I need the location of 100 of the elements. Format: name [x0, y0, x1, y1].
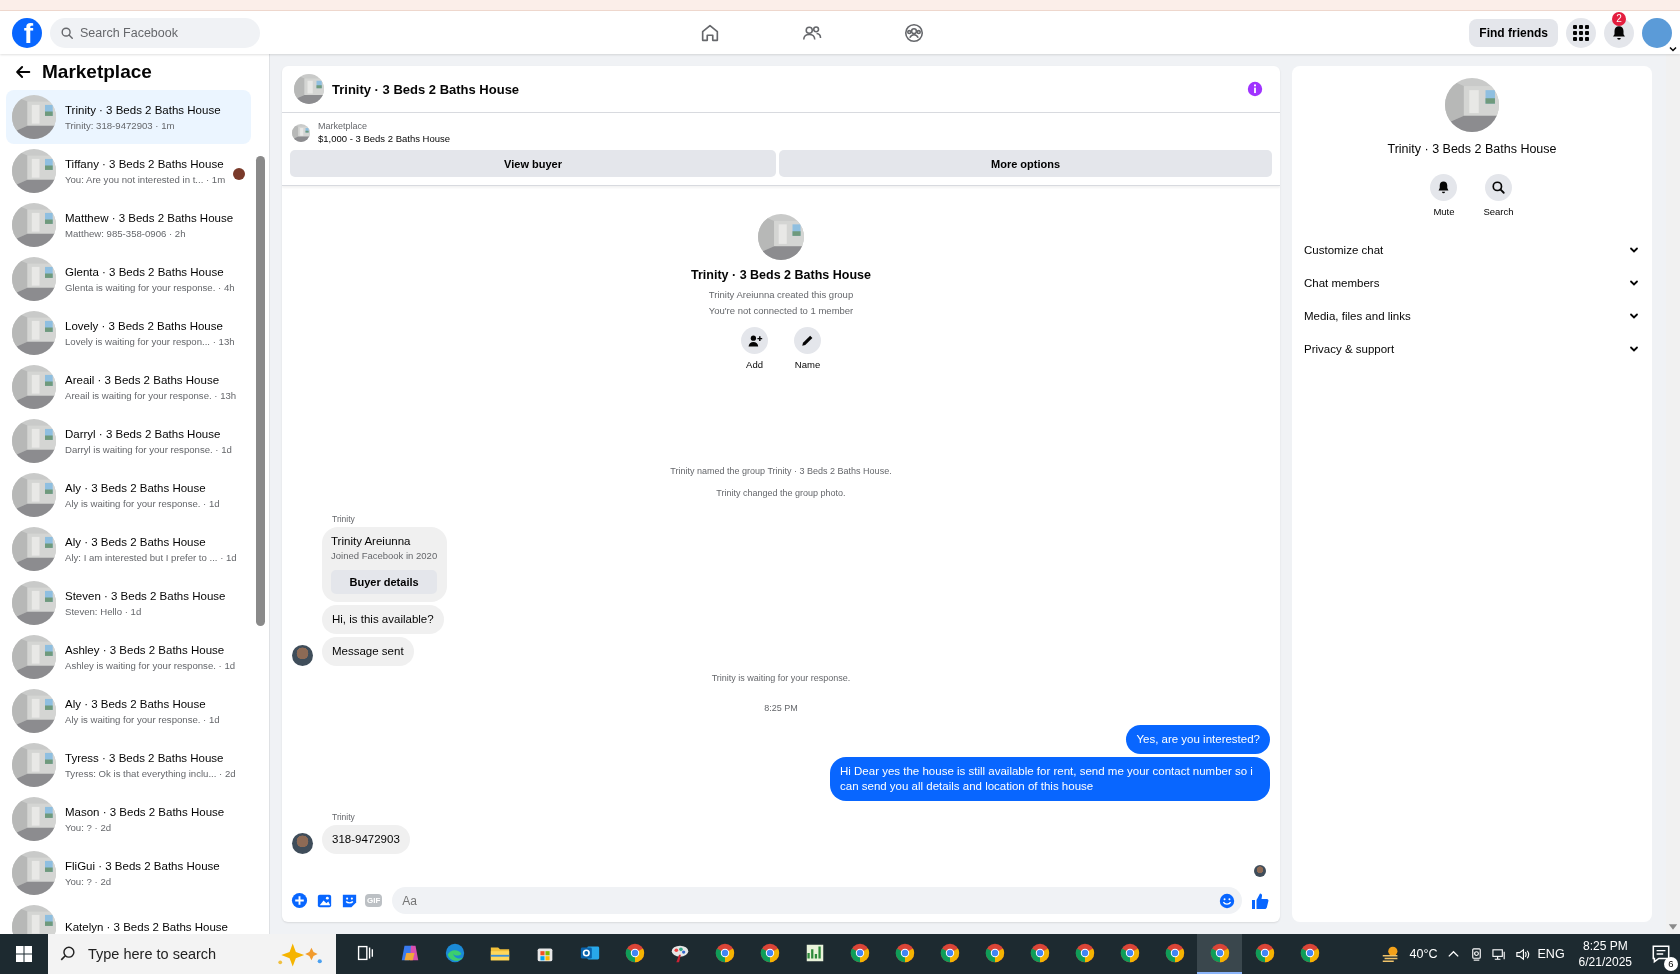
conversation-item[interactable]: Darryl · 3 Beds 2 Baths House Darryl is waiting for your response. · 1d	[6, 414, 251, 468]
message-bubble: Yes, are you interested?	[1126, 725, 1270, 754]
page-title: Marketplace	[42, 61, 152, 83]
buyer-details-button[interactable]: Buyer details	[331, 570, 438, 594]
message-bubble: Hi, is this available?	[322, 605, 444, 634]
conversation-title: Areail · 3 Beds 2 Baths House	[65, 373, 221, 386]
conversation-preview: You: ? · 2d	[65, 821, 113, 833]
conversation-preview: Ashley is waiting for your response. · 1d	[65, 659, 236, 671]
add-person-button[interactable]	[741, 327, 768, 354]
conversation-title: Mason · 3 Beds 2 Baths House	[65, 805, 225, 818]
conversation-item[interactable]: Matthew · 3 Beds 2 Baths House Matthew: 985-358-0906 · 2h	[6, 198, 251, 252]
conversation-title: Tiffany · 3 Beds 2 Baths House	[65, 157, 225, 170]
search-icon	[1491, 180, 1506, 195]
accordion-item[interactable]: Media, files and links	[1304, 299, 1640, 332]
info-icon[interactable]	[1246, 80, 1264, 98]
add-icon[interactable]	[290, 891, 309, 910]
conversation-preview: Darryl is waiting for your response. · 1d	[65, 443, 232, 455]
find-friends-button[interactable]: Find friends	[1469, 18, 1558, 47]
back-arrow-icon[interactable]	[14, 63, 32, 81]
group-info-text: You're not connected to 1 member	[708, 304, 854, 318]
conversation-title: Matthew · 3 Beds 2 Baths House	[65, 211, 234, 224]
conversation-preview: Aly is waiting for your response. · 1d	[65, 713, 220, 725]
groups-icon[interactable]	[903, 21, 925, 44]
menu-button[interactable]	[1566, 17, 1596, 48]
system-message: Trinity is waiting for your response.	[711, 672, 851, 685]
group-info-text: Trinity Areiunna created this group	[708, 288, 854, 302]
emoji-icon[interactable]	[1218, 891, 1236, 910]
conversation-item[interactable]: Glenta · 3 Beds 2 Baths House Glenta is waiting for your response. · 4h	[6, 252, 251, 306]
system-message: Trinity changed the group photo.	[716, 487, 846, 500]
sender-name: Trinity	[332, 812, 356, 822]
user-avatar[interactable]	[292, 833, 313, 854]
chat-title: Trinity · 3 Beds 2 Baths House	[332, 81, 521, 97]
clock-time[interactable]: 8:25 PM	[1582, 938, 1628, 954]
accordion-item[interactable]: Privacy & support	[1304, 332, 1640, 365]
conversation-preview: Tyress: Ok is that everything inclu... · 2d	[65, 767, 236, 779]
group-title: Trinity · 3 Beds 2 Baths House	[691, 268, 871, 282]
action-label: Mute	[1433, 206, 1455, 217]
notification-count: 6	[1664, 957, 1678, 971]
listing-button[interactable]: View buyer	[290, 150, 777, 177]
conversation-item[interactable]: Tyress · 3 Beds 2 Baths House Tyress: Ok is that everything inclu... · 2d	[6, 738, 251, 792]
listing-button[interactable]: More options	[779, 150, 1272, 177]
system-message: Trinity named the group Trinity · 3 Beds 2 Baths House.	[670, 465, 892, 478]
conversation-item[interactable]: Lovely · 3 Beds 2 Baths House Lovely is waiting for your respon... · 13h	[6, 306, 251, 360]
conversation-title: Glenta · 3 Beds 2 Baths House	[65, 265, 225, 278]
accordion-item[interactable]: Chat members	[1304, 266, 1640, 299]
conversation-item[interactable]: Areail · 3 Beds 2 Baths House Areail is waiting for your response. · 13h	[6, 360, 251, 414]
user-avatar[interactable]	[292, 645, 313, 666]
conversation-preview: Steven: Hello · 1d	[65, 605, 143, 617]
message-timestamp: 8:25 PM	[764, 702, 798, 715]
conversation-item[interactable]: Aly · 3 Beds 2 Baths House Aly: I am interested but I prefer to ... · 1d	[6, 522, 251, 576]
sender-name: Trinity	[332, 514, 356, 524]
conversation-title: Tyress · 3 Beds 2 Baths House	[65, 751, 225, 764]
message-bubble: Message sent	[322, 637, 414, 666]
conversation-item[interactable]: FliGui · 3 Beds 2 Baths House You: ? · 2d	[6, 846, 251, 900]
conversation-preview: Trinity: 318-9472903 · 1m	[65, 119, 176, 131]
conversation-item[interactable]: Ashley · 3 Beds 2 Baths House Ashley is waiting for your response. · 1d	[6, 630, 251, 684]
conversation-item[interactable]: Mason · 3 Beds 2 Baths House You: ? · 2d	[6, 792, 251, 846]
network-icon[interactable]	[1491, 946, 1507, 962]
search-button[interactable]	[1485, 174, 1512, 201]
conversation-preview: Aly: I am interested but I prefer to ... · 1d	[65, 551, 237, 563]
apps-grid-icon	[1572, 23, 1590, 42]
message-input[interactable]: Aa	[392, 887, 1242, 914]
message-bubble: 318-9472903	[322, 825, 410, 854]
facebook-logo[interactable]: f	[12, 17, 42, 48]
action-label: Search	[1483, 206, 1514, 217]
mute-button[interactable]	[1430, 174, 1458, 201]
notification-center-icon[interactable]	[1650, 943, 1672, 965]
conversation-title: Lovely · 3 Beds 2 Baths House	[65, 319, 224, 332]
language-indicator[interactable]: ENG	[1537, 947, 1565, 961]
buyer-info: Joined Facebook in 2020	[331, 550, 438, 561]
conversation-item[interactable]: Steven · 3 Beds 2 Baths House Steven: Hello · 1d	[6, 576, 251, 630]
conversation-item[interactable]: Aly · 3 Beds 2 Baths House Aly is waiting for your response. · 1d	[6, 468, 251, 522]
conversation-item[interactable]: Tiffany · 3 Beds 2 Baths House You: Are you not interested in t... · 1m	[6, 144, 251, 198]
windows-start-icon[interactable]	[14, 944, 34, 964]
search-icon	[60, 25, 74, 40]
search-icon[interactable]	[59, 945, 77, 963]
notification-badge: 2	[1612, 11, 1626, 26]
pencil-icon	[800, 333, 815, 348]
taskbar-search-field[interactable]: Type here to search	[48, 934, 336, 974]
conversation-preview: Glenta is waiting for your response. · 4h	[65, 281, 235, 293]
conversation-item[interactable]: Aly · 3 Beds 2 Baths House Aly is waiting for your response. · 1d	[6, 684, 251, 738]
conversation-title: Darryl · 3 Beds 2 Baths House	[65, 427, 222, 440]
search-field[interactable]: Search Facebook	[50, 17, 260, 48]
conversation-title: Steven · 3 Beds 2 Baths House	[65, 589, 226, 602]
conversation-preview: Areail is waiting for your response. · 13h	[65, 389, 237, 401]
conversation-title: Aly · 3 Beds 2 Baths House	[65, 481, 207, 494]
weather-temperature[interactable]: 40°C	[1409, 947, 1438, 961]
edit-name-button[interactable]	[794, 327, 821, 354]
conversation-preview: You: ? · 2d	[65, 875, 113, 887]
browser-app-icon[interactable]	[1197, 934, 1242, 974]
conversation-title: Aly · 3 Beds 2 Baths House	[65, 697, 207, 710]
conversation-title: Ashley · 3 Beds 2 Baths House	[65, 643, 226, 656]
volume-icon[interactable]	[1514, 946, 1530, 962]
accordion-item[interactable]: Customize chat	[1304, 233, 1640, 266]
scrollbar[interactable]	[1666, 54, 1680, 934]
chat-name: Trinity · 3 Beds 2 Baths House	[1387, 142, 1557, 156]
bell-icon	[1610, 23, 1628, 42]
listing-title[interactable]: $1,000 - 3 Beds 2 Baths House	[318, 133, 451, 144]
conversation-item[interactable]: Trinity · 3 Beds 2 Baths House Trinity: 318-9472903 · 1m	[6, 90, 251, 144]
clock-date[interactable]: 6/21/2025	[1578, 954, 1632, 970]
